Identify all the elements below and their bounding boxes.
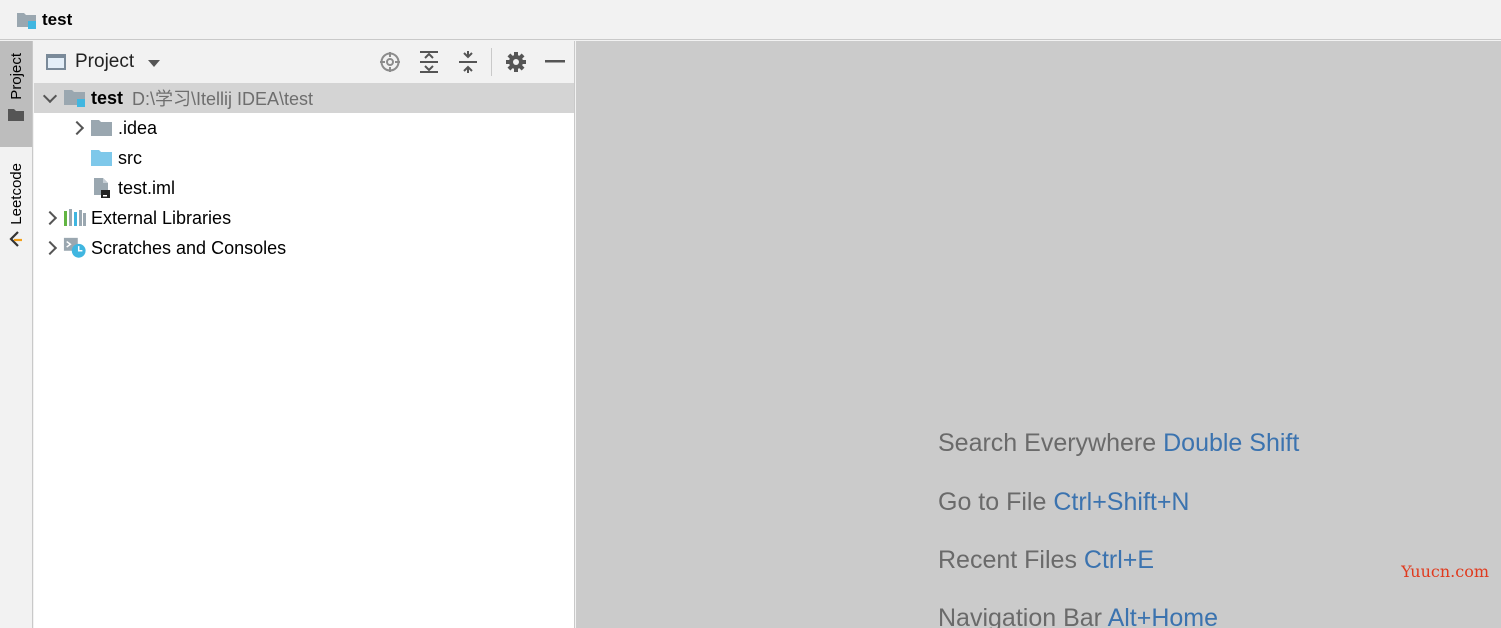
window-title: test xyxy=(42,9,73,29)
hint-text: Recent Files xyxy=(938,546,1077,574)
hint-shortcut: Ctrl+Shift+N xyxy=(1053,488,1190,516)
tree-row-external-libraries[interactable]: External Libraries xyxy=(34,203,574,233)
hint-text: Navigation Bar xyxy=(938,604,1102,628)
locate-icon[interactable] xyxy=(370,41,409,83)
tree-row-idea[interactable]: .idea xyxy=(34,113,574,143)
hint-text: Search Everywhere xyxy=(938,429,1157,457)
folder-icon xyxy=(90,117,114,139)
stripe-button-project[interactable]: Project xyxy=(0,41,32,147)
chevron-right-icon[interactable] xyxy=(41,210,59,226)
watermark: Yuucn.com xyxy=(1401,562,1489,581)
hide-icon[interactable] xyxy=(535,41,574,83)
hint-shortcut: Ctrl+E xyxy=(1083,546,1155,574)
editor-empty-area: Search Everywhere Double Shift Go to Fil… xyxy=(576,41,1501,628)
tree-row-src[interactable]: src xyxy=(34,143,574,173)
project-view-icon xyxy=(46,54,66,70)
tree-label-idea: .idea xyxy=(118,117,158,138)
hint-shortcut: Double Shift xyxy=(1163,429,1300,457)
tool-window-stripe: Project Leetcode xyxy=(0,41,33,628)
scratches-icon xyxy=(63,237,87,259)
stripe-button-leetcode[interactable]: Leetcode xyxy=(0,159,32,263)
iml-file-icon xyxy=(90,177,114,199)
project-panel-header: Project xyxy=(34,41,574,83)
hint-go-to-file: Go to File Ctrl+Shift+N xyxy=(938,488,1190,517)
module-folder-icon xyxy=(63,87,87,109)
expand-all-icon[interactable] xyxy=(409,41,448,83)
source-folder-icon xyxy=(90,147,114,169)
chevron-down-icon[interactable] xyxy=(148,59,161,67)
stripe-label-leetcode: Leetcode xyxy=(7,163,25,225)
hint-shortcut: Alt+Home xyxy=(1107,604,1219,628)
chevron-down-icon[interactable] xyxy=(41,88,59,103)
leetcode-icon xyxy=(8,230,24,254)
hint-text: Go to File xyxy=(938,488,1047,516)
tree-row-scratches[interactable]: Scratches and Consoles xyxy=(34,233,574,263)
chevron-right-icon[interactable] xyxy=(68,120,86,136)
chevron-right-icon[interactable] xyxy=(41,240,59,256)
hint-search-everywhere: Search Everywhere Double Shift xyxy=(938,429,1299,458)
collapse-all-icon[interactable] xyxy=(448,41,487,83)
tree-path-test: D:\学习\Itellij IDEA\test xyxy=(132,89,314,109)
tree-label-scratches: Scratches and Consoles xyxy=(91,237,287,258)
tree-label-test-iml: test.iml xyxy=(118,177,176,198)
tree-label-src: src xyxy=(118,147,142,168)
project-panel-toolbar xyxy=(370,41,574,83)
folder-icon xyxy=(8,108,24,127)
project-folder-icon xyxy=(16,10,38,30)
tree-row-test-iml[interactable]: test.iml xyxy=(34,173,574,203)
project-tool-window: Project test D:\学习\Itellij IDEA\test .id… xyxy=(34,41,575,628)
hint-recent-files: Recent Files Ctrl+E xyxy=(938,546,1154,575)
project-tree: test D:\学习\Itellij IDEA\test .idea src t… xyxy=(34,83,574,263)
project-view-selector[interactable]: Project xyxy=(75,51,134,73)
stripe-label-project: Project xyxy=(7,53,25,100)
gear-icon[interactable] xyxy=(496,41,535,83)
toolbar-separator xyxy=(491,48,492,76)
title-bar: test xyxy=(0,0,1501,40)
hint-navigation-bar: Navigation Bar Alt+Home xyxy=(938,604,1218,628)
tree-label-external-libraries: External Libraries xyxy=(91,207,232,228)
tree-label-test: test xyxy=(91,87,124,108)
tree-row-test[interactable]: test D:\学习\Itellij IDEA\test xyxy=(34,83,574,113)
libraries-icon xyxy=(63,207,87,229)
